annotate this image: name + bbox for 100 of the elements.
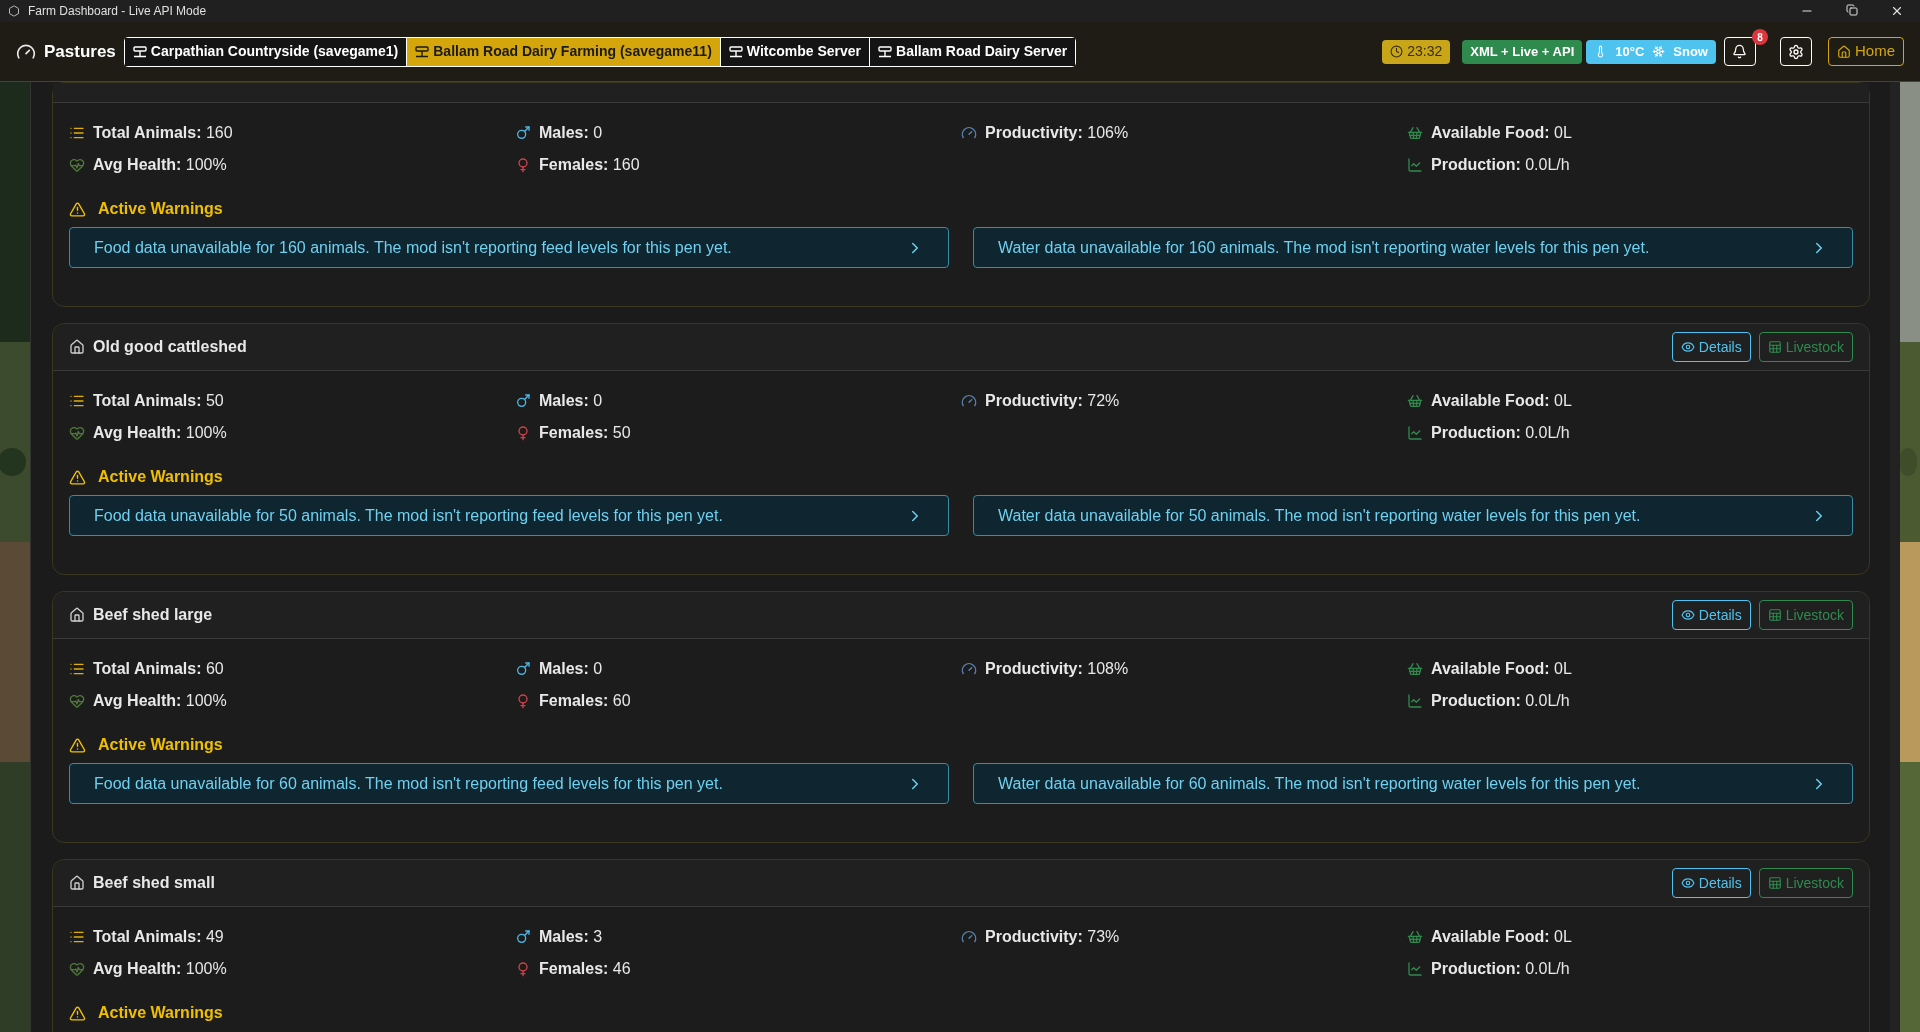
details-button[interactable]: Details <box>1671 868 1751 898</box>
stat-text: Males: 0 <box>539 659 603 679</box>
stat-text: Productivity: 72% <box>985 391 1120 411</box>
settings-button[interactable] <box>1780 37 1812 66</box>
basket-icon <box>1407 393 1423 409</box>
basket-icon <box>1407 661 1423 677</box>
heart-pulse-icon <box>69 157 85 173</box>
notification-count: 8 <box>1752 29 1768 45</box>
alert-text: Water data unavailable for 50 animals. The mod isn't reporting water levels for this pen yet. <box>998 505 1641 526</box>
stat-text: Avg Health: 100% <box>93 691 227 711</box>
close-icon[interactable] <box>1890 4 1904 18</box>
gauge-icon <box>961 929 977 945</box>
table-icon <box>1767 340 1782 354</box>
stat-text: Production: 0.0L/h <box>1431 959 1570 979</box>
stat-text: Females: 160 <box>539 155 640 175</box>
window-title: Farm Dashboard - Live API Mode <box>28 3 207 20</box>
stat-text: Females: 50 <box>539 423 631 443</box>
warning-icon <box>69 468 86 486</box>
stat-text: Females: 46 <box>539 959 631 979</box>
house-icon <box>69 339 85 355</box>
stat-text: Available Food: 0L <box>1431 391 1572 411</box>
alert-text: Food data unavailable for 60 animals. The mod isn't reporting feed levels for this pen yet. <box>94 773 723 794</box>
house-icon <box>1837 44 1851 59</box>
gauge-icon <box>961 125 977 141</box>
house-icon <box>69 607 85 623</box>
warning-icon <box>69 736 86 754</box>
pen-title: Beef shed large <box>93 605 213 625</box>
temperature-text: 10°C <box>1615 42 1645 61</box>
list-icon <box>69 125 85 141</box>
clock-icon <box>1390 45 1404 58</box>
network-icon <box>415 45 430 58</box>
stat-text: Avg Health: 100% <box>93 423 227 443</box>
app-icon <box>8 5 20 17</box>
warnings-title: Active Warnings <box>98 735 223 755</box>
alert-text: Food data unavailable for 50 animals. The mod isn't reporting feed levels for this pen yet. <box>94 505 723 526</box>
warning-alert[interactable]: Water data unavailable for 60 animals. The mod isn't reporting water levels for this pen yet. <box>973 763 1853 804</box>
details-button[interactable]: Details <box>1671 600 1751 630</box>
eye-icon <box>1680 608 1695 622</box>
heart-pulse-icon <box>69 961 85 977</box>
basket-icon <box>1407 125 1423 141</box>
table-icon <box>1767 876 1782 890</box>
savegame-tab[interactable]: Witcombe Server <box>719 37 870 66</box>
warnings-title: Active Warnings <box>98 467 223 487</box>
warning-icon <box>69 1004 86 1022</box>
home-button[interactable]: Home <box>1828 37 1904 66</box>
gauge-icon <box>961 393 977 409</box>
male-icon <box>515 929 531 945</box>
network-icon <box>878 45 893 58</box>
stat-text: Production: 0.0L/h <box>1431 691 1570 711</box>
female-icon <box>515 157 531 173</box>
livestock-button[interactable]: Livestock <box>1758 600 1853 630</box>
basket-icon <box>1407 929 1423 945</box>
livestock-button[interactable]: Livestock <box>1758 332 1853 362</box>
heart-pulse-icon <box>69 693 85 709</box>
gauge-icon <box>961 661 977 677</box>
bell-icon <box>1732 44 1748 59</box>
line-chart-icon <box>1407 693 1423 709</box>
house-icon <box>69 875 85 891</box>
savegame-tab[interactable]: Ballam Road Dairy Farming (savegame11) <box>406 37 720 66</box>
stat-text: Avg Health: 100% <box>93 155 227 175</box>
weather-text: Snow <box>1673 42 1708 61</box>
network-icon <box>728 45 743 58</box>
savegame-tab[interactable]: Ballam Road Dairy Server <box>869 37 1076 66</box>
line-chart-icon <box>1407 425 1423 441</box>
livestock-button[interactable]: Livestock <box>1758 868 1853 898</box>
settings-icon <box>1788 43 1804 60</box>
warning-alert[interactable]: Food data unavailable for 50 animals. The mod isn't reporting feed levels for this pen yet. <box>69 495 949 536</box>
restore-icon[interactable] <box>1846 4 1858 16</box>
alert-text: Food data unavailable for 160 animals. The mod isn't reporting feed levels for this pen yet. <box>94 237 732 258</box>
stat-text: Productivity: 108% <box>985 659 1129 679</box>
eye-icon <box>1680 876 1695 890</box>
female-icon <box>515 961 531 977</box>
female-icon <box>515 425 531 441</box>
male-icon <box>515 125 531 141</box>
stat-text: Available Food: 0L <box>1431 927 1572 947</box>
warning-alert[interactable]: Food data unavailable for 60 animals. The mod isn't reporting feed levels for this pen yet. <box>69 763 949 804</box>
stat-text: Total Animals: 60 <box>93 659 224 679</box>
stat-text: Productivity: 73% <box>985 927 1120 947</box>
table-icon <box>1767 608 1782 622</box>
page-title: Pastures <box>44 40 116 63</box>
stat-text: Total Animals: 49 <box>93 927 224 947</box>
pen-title: Old good cattleshed <box>93 337 247 357</box>
male-icon <box>515 661 531 677</box>
stat-text: Production: 0.0L/h <box>1431 155 1570 175</box>
warning-alert[interactable]: Food data unavailable for 160 animals. The mod isn't reporting feed levels for this pen yet. <box>69 227 949 268</box>
stat-text: Males: 0 <box>539 123 603 143</box>
line-chart-icon <box>1407 961 1423 977</box>
alert-text: Water data unavailable for 160 animals. The mod isn't reporting water levels for this pen yet. <box>998 237 1650 258</box>
warnings-title: Active Warnings <box>98 1003 223 1023</box>
stat-text: Production: 0.0L/h <box>1431 423 1570 443</box>
time-badge: 23:32 <box>1382 39 1451 64</box>
network-icon <box>132 45 147 58</box>
details-button[interactable]: Details <box>1671 332 1751 362</box>
alert-text: Water data unavailable for 60 animals. The mod isn't reporting water levels for this pen yet. <box>998 773 1641 794</box>
savegame-tab[interactable]: Carpathian Countryside (savegame1) <box>124 37 407 66</box>
stat-text: Avg Health: 100% <box>93 959 227 979</box>
warning-alert[interactable]: Water data unavailable for 160 animals. The mod isn't reporting water levels for this pen yet. <box>973 227 1853 268</box>
snowflake-icon <box>1652 45 1666 58</box>
warning-alert[interactable]: Water data unavailable for 50 animals. The mod isn't reporting water levels for this pen yet. <box>973 495 1853 536</box>
stat-text: Females: 60 <box>539 691 631 711</box>
